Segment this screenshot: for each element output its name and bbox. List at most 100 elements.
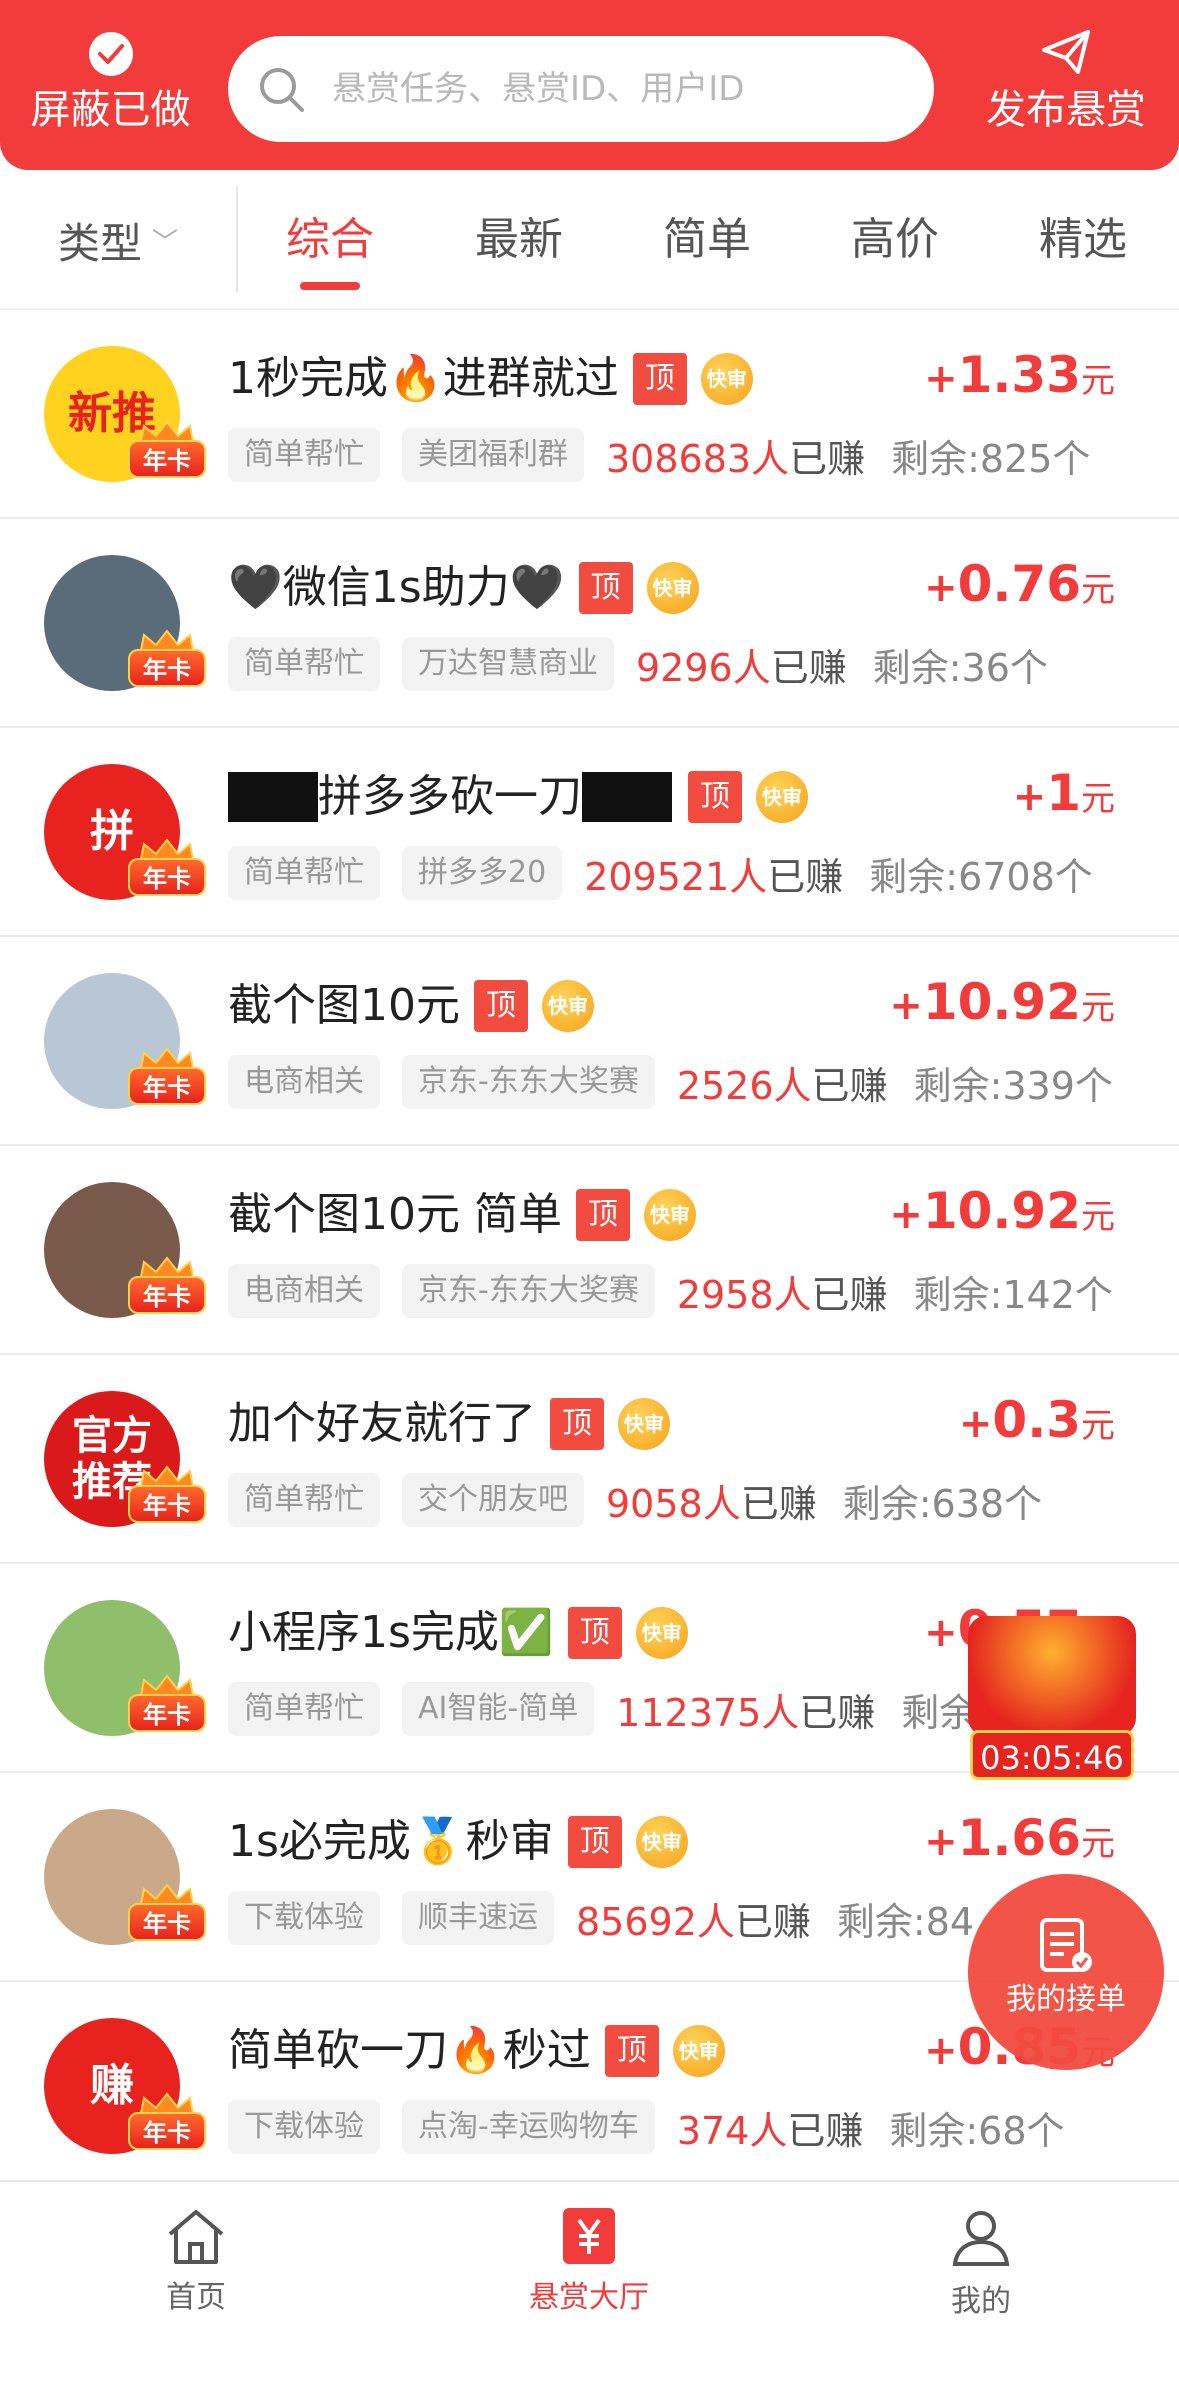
search-icon	[260, 68, 304, 112]
price-plus: +	[924, 1610, 958, 1656]
type-label: 类型	[57, 218, 142, 268]
price-unit: 元	[1081, 361, 1115, 401]
price-plus: +	[924, 565, 958, 611]
active-tab-indicator	[300, 282, 360, 290]
earned-count: 9296人	[636, 645, 771, 690]
nav-mine[interactable]: 我的	[851, 2182, 1111, 2387]
type-dropdown[interactable]: 类型 ﹀	[0, 170, 236, 310]
tab-label: 精选	[1039, 214, 1127, 265]
task-title: 小程序1s完成✅	[228, 1607, 554, 1658]
task-row[interactable]: 年卡 🖤微信1s助力🖤 顶 快审 +0.76元 简单帮忙 万达智慧商业 9296…	[0, 519, 1179, 728]
category-tag: 简单帮忙	[228, 428, 380, 482]
task-row[interactable]: 新推 年卡 1秒完成🔥进群就过 顶 快审 +1.33元 简单帮忙 美团福利群 3…	[0, 310, 1179, 519]
annual-card-badge: 年卡	[128, 838, 206, 896]
earned-count: 85692人	[576, 1899, 735, 1944]
price-value: 1.33	[957, 346, 1081, 404]
category-tag: 电商相关	[228, 1055, 380, 1109]
earned-suffix: 已赚	[799, 1690, 876, 1735]
task-meta: 下载体验 点淘-幸运购物车 374人已赚 剩余:68个	[228, 2100, 1065, 2154]
check-circle-icon	[88, 32, 133, 76]
nav-home[interactable]: 首页	[66, 2182, 326, 2387]
earned-text: 2958人已赚	[677, 1264, 888, 1319]
tab-comprehensive[interactable]: 综合	[255, 170, 405, 310]
task-row[interactable]: 拼 年卡 拼多多砍一刀 顶 快审 +1元 简单帮忙 拼多多20 209521人已…	[0, 728, 1179, 937]
category-tag: 简单帮忙	[228, 1682, 380, 1736]
earned-suffix: 已赚	[811, 1063, 888, 1108]
search-input[interactable]: 悬赏任务、悬赏ID、用户ID	[228, 36, 934, 142]
tab-featured[interactable]: 精选	[1008, 170, 1158, 310]
annual-card-label: 年卡	[128, 1903, 206, 1941]
tab-latest[interactable]: 最新	[444, 170, 594, 310]
price-unit: 元	[1081, 1824, 1115, 1864]
earned-count: 2958人	[676, 1272, 812, 1317]
publish-bounty-button[interactable]: 发布悬赏	[966, 26, 1166, 156]
task-title: 截个图10元 简单	[228, 1189, 562, 1240]
price-plus: +	[889, 983, 923, 1029]
task-meta: 简单帮忙 拼多多20 209521人已赚 剩余:6708个	[228, 846, 1093, 900]
nav-mine-label: 我的	[951, 2284, 1011, 2319]
task-title-line: 加个好友就行了 顶 快审	[228, 1393, 670, 1455]
tab-label: 高价	[851, 214, 939, 265]
price-value: 1.66	[957, 1809, 1081, 1867]
top-badge: 顶	[550, 1398, 604, 1450]
task-title-line: 🖤微信1s助力🖤 顶 快审	[228, 557, 699, 619]
earned-text: 308683人已赚	[606, 428, 865, 483]
tab-simple[interactable]: 简单	[632, 170, 782, 310]
annual-card-badge: 年卡	[128, 2092, 206, 2150]
home-icon	[168, 2210, 224, 2264]
annual-card-label: 年卡	[128, 1694, 206, 1732]
annual-card-label: 年卡	[128, 1276, 206, 1314]
task-price: +1.33元	[924, 346, 1115, 410]
price-unit: 元	[1081, 570, 1115, 610]
task-title-line: 简单砍一刀🔥秒过 顶 快审	[228, 2020, 725, 2082]
fast-review-badge: 快审	[542, 980, 594, 1032]
earned-suffix: 已赚	[767, 854, 844, 899]
source-tag: 京东-东东大奖赛	[402, 1264, 655, 1318]
hide-done-label: 屏蔽已做	[30, 87, 191, 133]
task-title: 🖤微信1s助力🖤	[228, 562, 565, 613]
task-row[interactable]: 年卡 截个图10元 简单 顶 快审 +10.92元 电商相关 京东-东东大奖赛 …	[0, 1146, 1179, 1355]
task-title: 截个图10元	[228, 980, 460, 1031]
send-plane-icon	[1042, 30, 1090, 74]
source-tag: 拼多多20	[402, 846, 563, 900]
my-orders-button[interactable]: 我的接单	[968, 1874, 1164, 2070]
task-meta: 电商相关 京东-东东大奖赛 2526人已赚 剩余:339个	[228, 1055, 1113, 1109]
annual-card-label: 年卡	[128, 2112, 206, 2150]
task-title: 1秒完成🔥进群就过	[228, 353, 619, 404]
earned-text: 112375人已赚	[616, 1682, 875, 1737]
task-price: +0.76元	[924, 555, 1115, 619]
earned-count: 9058人	[606, 1481, 741, 1526]
publish-bounty-label: 发布悬赏	[986, 87, 1146, 133]
task-meta: 下载体验 顺丰速运 85692人已赚 剩余:84	[228, 1891, 974, 1945]
earned-text: 85692人已赚	[576, 1891, 811, 1946]
task-price: +0.3元	[959, 1391, 1115, 1455]
earned-text: 2526人已赚	[677, 1055, 888, 1110]
red-packet-widget[interactable]: 03:05:46	[968, 1616, 1136, 1784]
top-header: 屏蔽已做 悬赏任务、悬赏ID、用户ID 发布悬赏	[0, 0, 1179, 170]
fast-review-badge: 快审	[646, 562, 699, 614]
price-unit: 元	[1081, 988, 1115, 1028]
annual-card-badge: 年卡	[128, 420, 206, 478]
price-unit: 元	[1081, 1406, 1115, 1446]
source-tag: AI智能-简单	[402, 1682, 595, 1736]
annual-card-label: 年卡	[128, 1485, 206, 1523]
source-tag: 点淘-幸运购物车	[402, 2100, 655, 2154]
redacted-block	[228, 772, 318, 822]
countdown-timer: 03:05:46	[970, 1730, 1134, 1780]
source-tag: 万达智慧商业	[402, 637, 614, 691]
tab-high-price[interactable]: 高价	[820, 170, 970, 310]
price-value: 10.92	[922, 973, 1081, 1031]
earned-text: 374人已赚	[677, 2100, 864, 2155]
top-badge: 顶	[474, 980, 528, 1032]
task-meta: 简单帮忙 AI智能-简单 112375人已赚 剩余:	[228, 1682, 990, 1736]
task-row[interactable]: 官方推荐 年卡 加个好友就行了 顶 快审 +0.3元 简单帮忙 交个朋友吧 90…	[0, 1355, 1179, 1564]
tab-label: 最新	[475, 214, 563, 265]
price-plus: +	[924, 356, 958, 402]
red-packet-icon	[968, 1616, 1136, 1736]
task-title: 简单砍一刀🔥秒过	[228, 2025, 591, 2076]
category-tag: 简单帮忙	[228, 846, 380, 900]
task-row[interactable]: 年卡 截个图10元 顶 快审 +10.92元 电商相关 京东-东东大奖赛 252…	[0, 937, 1179, 1146]
nav-bounty-hall[interactable]: 悬赏大厅	[459, 2182, 719, 2387]
remaining-text: 剩余:339个	[913, 1063, 1113, 1108]
hide-done-button[interactable]: 屏蔽已做	[18, 26, 203, 156]
